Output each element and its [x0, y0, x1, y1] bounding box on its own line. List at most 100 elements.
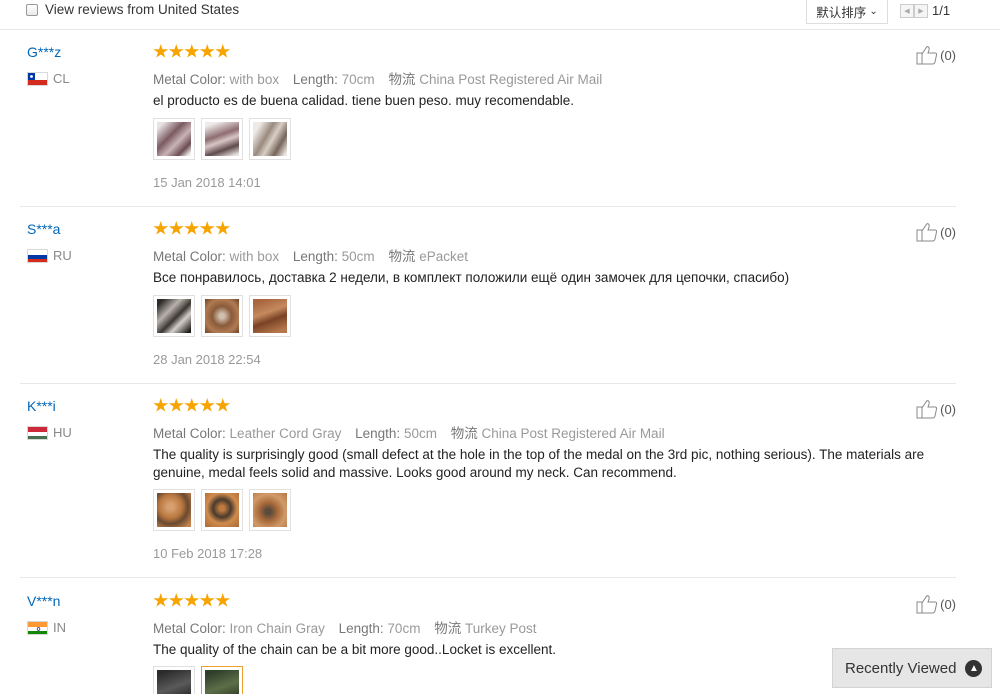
- attr-key: Metal Color:: [153, 72, 226, 87]
- review-photos: [153, 118, 297, 160]
- rating-stars: [153, 398, 231, 413]
- us-filter-checkbox[interactable]: [26, 3, 38, 16]
- review-item: G***z CL Metal Color: with box Length: 7…: [20, 31, 956, 207]
- chevron-down-icon: ⌄: [869, 6, 878, 17]
- star-icon: [184, 44, 200, 58]
- review-photo[interactable]: [201, 489, 243, 531]
- review-photo[interactable]: [249, 295, 291, 337]
- attr-key: 物流: [388, 72, 416, 87]
- sort-dropdown[interactable]: 默认排序 ⌄: [806, 0, 888, 24]
- flag-cl-icon: [27, 71, 48, 86]
- helpful-button[interactable]: (0): [916, 399, 956, 419]
- star-icon: [168, 398, 184, 412]
- reviewer-name[interactable]: V***n: [27, 593, 60, 609]
- review-item: S***a RU Metal Color: with box Length: 5…: [20, 208, 956, 384]
- star-icon: [153, 221, 169, 235]
- helpful-button[interactable]: (0): [916, 594, 956, 614]
- flag-in-icon: [27, 620, 48, 635]
- star-icon: [199, 221, 215, 235]
- star-icon: [184, 398, 200, 412]
- pagination: ◀ ▶ 1/1: [900, 3, 950, 18]
- review-text: el producto es de buena calidad. tiene b…: [153, 93, 575, 108]
- attr-value: with box: [229, 72, 280, 87]
- recently-viewed-button[interactable]: Recently Viewed ▲: [832, 648, 992, 688]
- rating-stars: [153, 44, 231, 59]
- rating-stars: [153, 593, 231, 608]
- review-photo[interactable]: [249, 489, 291, 531]
- star-icon: [199, 398, 215, 412]
- flag-hu-icon: [27, 425, 48, 440]
- review-date: 15 Jan 2018 14:01: [153, 175, 261, 190]
- order-attributes: Metal Color: with box Length: 50cm 物流 eP…: [153, 245, 478, 265]
- review-toolbar: View reviews from United States 默认排序 ⌄ ◀…: [0, 0, 1000, 30]
- attr-key: 物流: [434, 621, 462, 636]
- review-date: 28 Jan 2018 22:54: [153, 352, 261, 367]
- helpful-count: (0): [940, 596, 956, 612]
- rating-stars: [153, 221, 231, 236]
- attr-key: 物流: [450, 426, 478, 441]
- star-icon: [168, 593, 184, 607]
- attr-key: Metal Color:: [153, 426, 226, 441]
- star-icon: [153, 44, 169, 58]
- country-code: RU: [53, 248, 72, 263]
- review-photo[interactable]: [201, 666, 243, 694]
- star-icon: [168, 44, 184, 58]
- review-photo[interactable]: [249, 118, 291, 160]
- star-icon: [184, 221, 200, 235]
- helpful-button[interactable]: (0): [916, 222, 956, 242]
- reviewer-name[interactable]: G***z: [27, 44, 61, 60]
- review-item: K***i HU Metal Color: Leather Cord Gray …: [20, 385, 956, 578]
- attr-value: China Post Registered Air Mail: [481, 426, 665, 441]
- order-attributes: Metal Color: Leather Cord Gray Length: 5…: [153, 422, 675, 442]
- star-icon: [153, 593, 169, 607]
- next-page-button[interactable]: ▶: [914, 3, 928, 18]
- attr-value: Leather Cord Gray: [229, 426, 342, 441]
- review-photo[interactable]: [153, 666, 195, 694]
- prev-page-button[interactable]: ◀: [900, 3, 914, 18]
- order-attributes: Metal Color: Iron Chain Gray Length: 70c…: [153, 617, 547, 637]
- attr-key: 物流: [388, 249, 416, 264]
- review-photos: [153, 295, 297, 337]
- attr-key: Metal Color:: [153, 249, 226, 264]
- attr-value: 50cm: [403, 426, 437, 441]
- reviewer-name[interactable]: S***a: [27, 221, 60, 237]
- attr-key: Length:: [355, 426, 401, 441]
- review-photo[interactable]: [201, 118, 243, 160]
- reviewer-country: HU: [27, 425, 72, 440]
- us-filter[interactable]: View reviews from United States: [26, 2, 239, 17]
- reviewer-country: CL: [27, 71, 70, 86]
- review-photos: [153, 666, 249, 694]
- review-item: V***n IN Metal Color: Iron Chain Gray Le…: [20, 580, 956, 694]
- review-photos: [153, 489, 297, 531]
- attr-key: Metal Color:: [153, 621, 226, 636]
- helpful-count: (0): [940, 401, 956, 417]
- recently-viewed-label: Recently Viewed: [845, 659, 957, 677]
- star-icon: [153, 398, 169, 412]
- reviewer-country: IN: [27, 620, 66, 635]
- review-text: Все понравилось, доставка 2 недели, в ко…: [153, 270, 790, 285]
- review-photo[interactable]: [201, 295, 243, 337]
- star-icon: [215, 398, 231, 412]
- sort-label: 默认排序: [816, 6, 867, 20]
- star-icon: [184, 593, 200, 607]
- thumbs-up-icon: [916, 400, 938, 419]
- review-photo[interactable]: [153, 295, 195, 337]
- review-photo[interactable]: [153, 118, 195, 160]
- page-indicator: 1/1: [932, 3, 951, 18]
- chevron-up-icon: ▲: [965, 659, 983, 677]
- flag-ru-icon: [27, 248, 48, 263]
- reviewer-name[interactable]: K***i: [27, 398, 56, 414]
- star-icon: [199, 44, 215, 58]
- attr-key: Length:: [292, 72, 338, 87]
- helpful-button[interactable]: (0): [916, 45, 956, 65]
- review-photo[interactable]: [153, 489, 195, 531]
- star-icon: [199, 593, 215, 607]
- review-date: 10 Feb 2018 17:28: [153, 546, 263, 561]
- helpful-count: (0): [940, 224, 956, 240]
- attr-value: 50cm: [341, 249, 375, 264]
- thumbs-up-icon: [916, 223, 938, 242]
- star-icon: [215, 44, 231, 58]
- star-icon: [215, 593, 231, 607]
- attr-key: Length:: [338, 621, 384, 636]
- attr-value: with box: [229, 249, 280, 264]
